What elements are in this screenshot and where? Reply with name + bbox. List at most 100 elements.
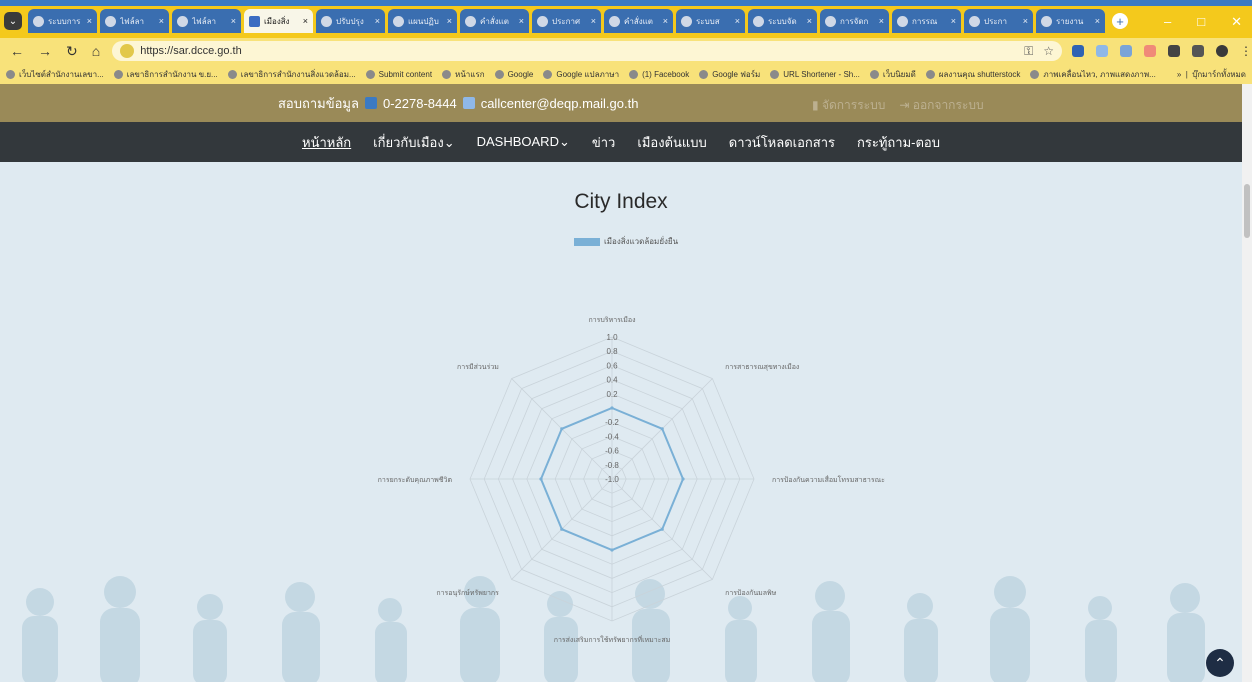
tab-close-icon[interactable]: × [447, 16, 452, 26]
radar-data-point[interactable] [560, 427, 564, 431]
tab-title: ไฟล์ลา [192, 16, 216, 26]
bookmark-favicon-icon [629, 69, 639, 79]
extension-icon[interactable] [1096, 45, 1108, 57]
browser-tab[interactable]: ประกา × [964, 9, 1033, 33]
browser-tab[interactable]: ระบบจัด × [748, 9, 817, 33]
browser-tab[interactable]: ไฟล์ลา × [100, 9, 169, 33]
bookmark-item[interactable]: Google [494, 68, 533, 81]
browser-tab[interactable]: ระบบส × [676, 9, 745, 33]
tab-close-icon[interactable]: × [879, 16, 884, 26]
nav-dashboard[interactable]: DASHBOARD⌄ [477, 134, 570, 150]
download-icon[interactable] [1192, 45, 1204, 57]
browser-tab[interactable]: ประกาศ × [532, 9, 601, 33]
bookmark-item[interactable]: ภาพเคลื่อนไหว, ภาพแสดงภาพ... [1030, 68, 1156, 81]
radar-data-point[interactable] [610, 406, 614, 410]
bookmark-star-icon[interactable]: ☆ [1043, 44, 1054, 59]
bookmark-label: URL Shortener - Sh... [783, 69, 860, 79]
bookmark-item[interactable]: (1) Facebook [629, 68, 689, 81]
radar-data-point[interactable] [539, 477, 543, 481]
password-key-icon[interactable]: ⚿ [1024, 44, 1033, 59]
nav-home[interactable]: หน้าหลัก [302, 132, 351, 153]
logout-link[interactable]: ⇥ ออกจากระบบ [899, 96, 983, 115]
browser-tab[interactable]: ปรับปรุง × [316, 9, 385, 33]
extensions-puzzle-icon[interactable] [1168, 45, 1180, 57]
browser-tab[interactable]: ระบบการ × [28, 9, 97, 33]
new-tab-button[interactable]: + [1112, 13, 1128, 29]
browser-tab[interactable]: คำสั่งแต × [604, 9, 673, 33]
tab-close-icon[interactable]: × [303, 16, 308, 26]
nav-news[interactable]: ข่าว [592, 132, 616, 153]
tab-close-icon[interactable]: × [663, 16, 668, 26]
bookmark-label: เว็บนิยมดี [882, 69, 916, 79]
browser-tab[interactable]: คำสั่งแต × [460, 9, 529, 33]
page-scrollbar[interactable] [1242, 84, 1252, 682]
browser-tab[interactable]: รายงาน × [1036, 9, 1105, 33]
url-field[interactable]: https://sar.dcce.go.th ⚿ ☆ [112, 41, 1062, 61]
tab-close-icon[interactable]: × [951, 16, 956, 26]
tab-favicon-icon [681, 15, 692, 27]
bookmark-item[interactable]: ผลงานคุณ shutterstock [925, 68, 1020, 81]
scroll-to-top-button[interactable]: ⌃ [1206, 649, 1234, 677]
all-bookmarks-folder[interactable]: บุ๊กมาร์กทั้งหมด [1192, 70, 1246, 79]
bookmark-item[interactable]: เลขาธิการสำนักงาน ข.ย... [113, 68, 218, 81]
bookmark-item[interactable]: Google แปลภาษา [543, 68, 619, 81]
email-link[interactable]: callcenter@deqp.mail.go.th [481, 96, 639, 111]
bookmark-favicon-icon [6, 69, 15, 79]
radar-data-point[interactable] [660, 527, 664, 531]
tab-close-icon[interactable]: × [159, 16, 164, 26]
tab-close-icon[interactable]: × [591, 16, 596, 26]
browser-menu-icon[interactable]: ⋮ [1240, 44, 1252, 58]
browser-tab[interactable]: ไฟล์ลา × [172, 9, 241, 33]
tab-close-icon[interactable]: × [231, 16, 236, 26]
extension-icon[interactable] [1120, 45, 1132, 57]
back-icon[interactable]: ← [10, 43, 24, 60]
home-icon[interactable]: ⌂ [92, 43, 100, 60]
chevron-more-icon[interactable]: » [1177, 70, 1181, 79]
bookmark-item[interactable]: Submit content [365, 68, 432, 81]
logout-label: ออกจากระบบ [912, 98, 984, 112]
tab-close-icon[interactable]: × [1095, 16, 1100, 26]
nav-downloads[interactable]: ดาวน์โหลดเอกสาร [729, 132, 835, 153]
browser-tab[interactable]: เมืองสิ่ง × [244, 9, 313, 33]
site-info-icon[interactable] [120, 44, 135, 58]
close-window-icon[interactable]: ✕ [1231, 14, 1242, 30]
browser-tab[interactable]: การรณ × [892, 9, 961, 33]
radar-data-point[interactable] [560, 527, 564, 531]
maximize-icon[interactable]: □ [1197, 14, 1205, 30]
bookmark-item[interactable]: เลขาธิการสำนักงานสิ่งแวดล้อม... [227, 68, 356, 81]
extension-icon[interactable] [1072, 45, 1084, 57]
reload-icon[interactable]: ↻ [66, 43, 78, 60]
tab-close-icon[interactable]: × [87, 16, 92, 26]
tab-close-icon[interactable]: × [1023, 16, 1028, 26]
radar-data-point[interactable] [681, 477, 685, 481]
bookmark-item[interactable]: Google ฟอร์ม [699, 68, 760, 81]
bookmark-item[interactable]: เว็บไซต์สำนักงานเลขา... [6, 68, 104, 81]
tab-title: ระบบส [696, 16, 720, 26]
bookmark-item[interactable]: เว็บนิยมดี [869, 68, 916, 81]
tab-title: ปรับปรุง [336, 16, 364, 26]
nav-model-city[interactable]: เมืองต้นแบบ [637, 132, 706, 153]
tab-search-icon[interactable]: ⌄ [4, 12, 22, 30]
radar-data-point[interactable] [660, 427, 664, 431]
scrollbar-thumb[interactable] [1244, 184, 1250, 238]
forward-icon[interactable]: → [38, 43, 52, 60]
tab-close-icon[interactable]: × [519, 16, 524, 26]
bookmarks-bar: เว็บไซต์สำนักงานเลขา... เลขาธิการสำนักงาน… [0, 64, 1252, 84]
minimize-icon[interactable]: – [1164, 14, 1171, 30]
bookmarks-overflow[interactable]: » | บุ๊กมาร์กทั้งหมด [1177, 68, 1246, 81]
nav-about[interactable]: เกี่ยวกับเมือง⌄ [373, 132, 454, 153]
radar-axis-label: การป้องกันความเสื่อมโทรมสาธารณะ [772, 475, 885, 484]
nav-qa[interactable]: กระทู้ถาม-ตอบ [857, 132, 940, 153]
phone-number[interactable]: 0-2278-8444 [383, 96, 457, 111]
browser-tab[interactable]: แผนปฏิบ × [388, 9, 457, 33]
radar-data-point[interactable] [610, 548, 614, 552]
bookmark-item[interactable]: URL Shortener - Sh... [770, 68, 860, 81]
browser-tab[interactable]: การจัดก × [820, 9, 889, 33]
tab-close-icon[interactable]: × [735, 16, 740, 26]
tab-close-icon[interactable]: × [807, 16, 812, 26]
bookmark-item[interactable]: หน้าแรก [442, 68, 485, 81]
tab-close-icon[interactable]: × [375, 16, 380, 26]
profile-avatar[interactable] [1216, 45, 1228, 57]
extension-icon[interactable] [1144, 45, 1156, 57]
manage-system-link[interactable]: ▮ จัดการระบบ [812, 96, 885, 115]
